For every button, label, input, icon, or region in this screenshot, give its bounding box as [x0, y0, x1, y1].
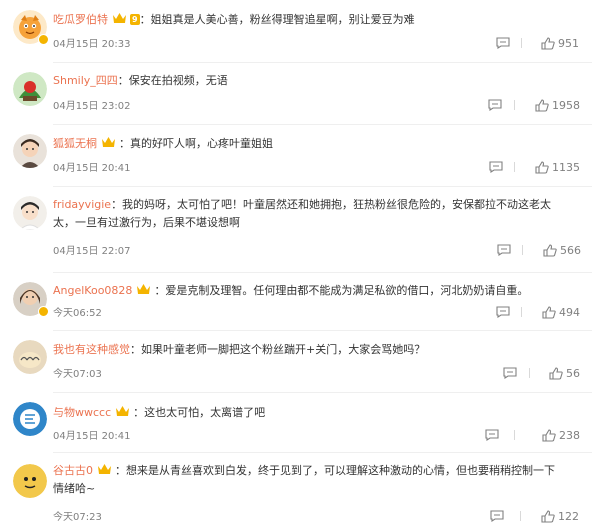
comment-text: ：真的好吓人啊，心疼叶童姐姐 — [119, 137, 273, 150]
comment-item: 与物wwccc ：这也太可怕，太离谱了吧 04月15日 20:41 238 — [0, 392, 600, 453]
comment-line: fridayvigie：我的妈呀，太可怕了吧！叶童居然还和她拥抱，狂热粉丝很危险… — [53, 196, 588, 232]
username-link[interactable]: AngelKoo0828 — [53, 284, 132, 297]
reply-icon[interactable] — [488, 99, 502, 111]
comment-line: Shmily_四四：保安在拍视频，无语 — [53, 74, 228, 88]
thumbs-up-icon — [549, 366, 563, 380]
comment-item: 谷古古0 ：想来是从青丝喜欢到白发，终于见到了，可以理解这种激动的心情，但也要稍稍… — [0, 452, 600, 523]
like-button[interactable]: 1135 — [535, 160, 580, 174]
divider-line — [514, 100, 515, 110]
avatar[interactable] — [13, 196, 47, 230]
divider-line — [514, 430, 515, 440]
comment-time: 今天06:52 — [53, 308, 102, 319]
comment-item: 狐狐无桐 ：真的好吓人啊，心疼叶童姐姐 04月15日 20:41 1135 — [0, 124, 600, 187]
comment-line: 与物wwccc ：这也太可怕，太离谱了吧 — [53, 405, 265, 420]
comment-text: ：我的妈呀，太可怕了吧！叶童居然还和她拥抱，狂热粉丝很危险的，安保都拉不动这老太 — [111, 198, 552, 211]
username-link[interactable]: 我也有这种感觉 — [53, 343, 130, 356]
divider-line — [522, 245, 523, 255]
username-link[interactable]: 与物wwccc — [53, 406, 111, 419]
like-count: 1958 — [552, 98, 580, 112]
like-count: 494 — [559, 305, 580, 319]
like-button[interactable]: 951 — [541, 36, 579, 50]
like-button[interactable]: 122 — [541, 509, 579, 523]
like-button[interactable]: 238 — [542, 428, 580, 442]
username-link[interactable]: fridayvigie — [53, 198, 111, 211]
like-button[interactable]: 56 — [549, 366, 580, 380]
reply-icon[interactable] — [496, 306, 510, 318]
comment-item: Shmily_四四：保安在拍视频，无语 04月15日 23:02 1958 — [0, 62, 600, 125]
divider-line — [529, 368, 530, 378]
vip-crown-icon — [112, 12, 127, 24]
like-count: 122 — [558, 509, 579, 523]
reply-icon[interactable] — [503, 367, 517, 379]
reply-icon[interactable] — [496, 37, 510, 49]
like-count: 566 — [560, 243, 581, 257]
comment-time: 04月15日 20:41 — [53, 431, 131, 442]
reply-icon[interactable] — [497, 244, 511, 256]
comment-line: 谷古古0 ：想来是从青丝喜欢到白发，终于见到了，可以理解这种激动的心情，但也要稍稍… — [53, 462, 588, 498]
comment-time: 04月15日 22:07 — [53, 246, 131, 257]
thumbs-up-icon — [541, 36, 555, 50]
username-link[interactable]: 谷古古0 — [53, 464, 93, 477]
vip-crown-icon — [115, 405, 130, 417]
username-link[interactable]: 吃瓜罗伯特 — [53, 13, 108, 26]
like-count: 1135 — [552, 160, 580, 174]
reply-icon[interactable] — [490, 510, 504, 522]
like-button[interactable]: 1958 — [535, 98, 580, 112]
comment-time: 04月15日 20:33 — [53, 39, 131, 50]
username-link[interactable]: 狐狐无桐 — [53, 137, 97, 150]
comment-line: AngelKoo0828 ：爱是克制及理智。任何理由都不能成为满足私欲的借口，河北… — [53, 283, 528, 298]
reply-icon[interactable] — [489, 161, 503, 173]
thumbs-up-icon — [541, 509, 555, 523]
vip-crown-icon — [136, 283, 151, 295]
avatar[interactable] — [13, 340, 47, 374]
avatar[interactable] — [13, 72, 47, 106]
like-button[interactable]: 494 — [542, 305, 580, 319]
thumbs-up-icon — [535, 160, 549, 174]
like-count: 951 — [558, 36, 579, 50]
comment-text: ：爱是克制及理智。任何理由都不能成为满足私欲的借口，河北奶奶请自重。 — [154, 284, 529, 297]
like-count: 56 — [566, 366, 580, 380]
vip-crown-icon — [101, 136, 116, 148]
comment-time: 04月15日 20:41 — [53, 163, 131, 174]
comment-item: fridayvigie：我的妈呀，太可怕了吧！叶童居然还和她拥抱，狂热粉丝很危险… — [0, 186, 600, 273]
thumbs-up-icon — [542, 305, 556, 319]
like-count: 238 — [559, 428, 580, 442]
avatar[interactable] — [13, 134, 47, 168]
comment-text: ：这也太可怕，太离谱了吧 — [133, 406, 266, 419]
divider-line — [521, 38, 522, 48]
vip-crown-icon — [97, 463, 112, 475]
like-button[interactable]: 566 — [543, 243, 581, 257]
comment-text: ：保安在拍视频，无语 — [117, 74, 228, 87]
comment-line: 吃瓜罗伯特 9 ：姐姐真是人美心善，粉丝得理智追星啊，别让爱豆为难 — [53, 12, 415, 27]
thumbs-up-icon — [543, 243, 557, 257]
comment-time: 今天07:03 — [53, 369, 102, 380]
comment-line: 我也有这种感觉：如果叶童老师一脚把这个粉丝踹开+关门，大家会骂她吗？ — [53, 343, 425, 357]
comment-time: 今天07:23 — [53, 512, 102, 523]
avatar[interactable] — [13, 464, 47, 498]
comment-time: 04月15日 23:02 — [53, 101, 131, 112]
comment-text: ：姐姐真是人美心善，粉丝得理智追星啊，别让爱豆为难 — [139, 13, 415, 26]
verified-badge-icon — [38, 34, 49, 45]
comment-line: 狐狐无桐 ：真的好吓人啊，心疼叶童姐姐 — [53, 136, 273, 151]
comment-text: ：想来是从青丝喜欢到白发，终于见到了，可以理解这种激动的心情，但也要稍稍控制一下 — [115, 464, 555, 477]
comment-text-continued: 情绪哈~ — [53, 482, 96, 495]
avatar[interactable] — [13, 402, 47, 436]
thumbs-up-icon — [535, 98, 549, 112]
divider-line — [520, 511, 521, 521]
comment-item: 我也有这种感觉：如果叶童老师一脚把这个粉丝踹开+关门，大家会骂她吗？ 今天07:… — [0, 330, 600, 393]
divider-line — [521, 307, 522, 317]
thumbs-up-icon — [542, 428, 556, 442]
comment-item: AngelKoo0828 ：爱是克制及理智。任何理由都不能成为满足私欲的借口，河北… — [0, 272, 600, 334]
level-badge: 9 — [130, 14, 140, 25]
username-link[interactable]: Shmily_四四 — [53, 74, 118, 87]
divider-line — [514, 162, 515, 172]
reply-icon[interactable] — [485, 429, 499, 441]
comment-text-continued: 太，一旦有过激行为，后果不堪设想啊 — [53, 216, 240, 229]
comment-item: 吃瓜罗伯特 9 ：姐姐真是人美心善，粉丝得理智追星啊，别让爱豆为难 04月15日 2… — [0, 0, 600, 63]
comment-text: ：如果叶童老师一脚把这个粉丝踹开+关门，大家会骂她吗？ — [130, 343, 426, 356]
verified-badge-icon — [38, 306, 49, 317]
